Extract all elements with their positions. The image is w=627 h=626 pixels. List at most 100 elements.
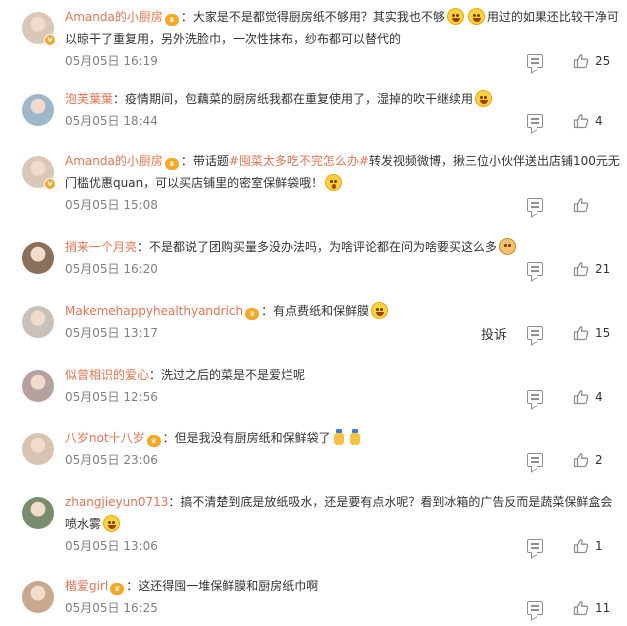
user-avatar[interactable]	[22, 94, 54, 126]
comment-timestamp: 05月05日 16:19	[65, 54, 158, 68]
reply-icon[interactable]	[527, 114, 543, 128]
like-button[interactable]	[573, 197, 613, 213]
comment-actions: 4	[527, 112, 613, 130]
comment-timestamp: 05月05日 15:08	[65, 198, 158, 212]
comment-timestamp: 05月05日 13:17	[65, 326, 158, 340]
comment-text: zhangjieyun0713：搞不清楚到底是放纸吸水，还是要有点水呢？看到冰箱…	[65, 491, 620, 535]
comment-text: 泡芙葉葉：疫情期间，包藕菜的厨房纸我都在重复使用了，湿掉的吹干继续用	[65, 88, 620, 110]
member-badge-icon: ♛	[146, 435, 161, 447]
reply-icon[interactable]	[527, 453, 543, 467]
shock-emoji-icon	[325, 174, 343, 191]
thumbs-up-icon	[573, 326, 589, 341]
member-badge-icon: ♛	[245, 308, 260, 320]
username-link[interactable]: 似曾相识的爱心	[65, 368, 149, 382]
thumbs-up-icon	[573, 453, 589, 468]
username-link[interactable]: 泡芙葉葉	[65, 92, 113, 106]
reply-icon[interactable]	[527, 390, 543, 404]
comment-body-text: ：大家是不是都觉得厨房纸不够用？其实我也不够	[180, 10, 445, 24]
topic-link[interactable]: #囤菜太多吃不完怎么办#	[229, 154, 369, 168]
comment-body-text: ：不是都说了团购买量多没办法吗，为啥评论都在问为啥要买这么多	[137, 240, 498, 254]
thumbs-up-icon	[573, 198, 589, 213]
user-avatar[interactable]	[22, 306, 54, 338]
comment-body-text: ：这还得囤一堆保鲜膜和厨房纸巾啊	[126, 579, 319, 593]
comment-body-text: ：带话题	[180, 154, 229, 168]
comment-actions: 2	[527, 451, 613, 469]
comment-text: 楷爱girl ♛ ：这还得囤一堆保鲜膜和厨房纸巾啊	[65, 575, 620, 597]
thumbs-up-icon	[573, 54, 589, 69]
comment-timestamp: 05月05日 16:25	[65, 601, 158, 615]
username-link[interactable]: Amanda的小厨房	[65, 10, 163, 24]
report-button[interactable]: 投诉	[481, 324, 507, 343]
user-avatar[interactable]	[22, 242, 54, 274]
like-button[interactable]: 15	[573, 325, 613, 341]
like-button[interactable]: 1	[573, 538, 613, 554]
member-badge-icon: ♛	[164, 14, 179, 26]
like-count: 11	[595, 601, 611, 615]
comment-actions: 25	[527, 52, 613, 70]
user-avatar[interactable]	[22, 581, 54, 613]
verified-badge-icon: v	[44, 34, 56, 46]
reply-icon[interactable]	[527, 539, 543, 553]
comment-text: 捎来一个月亮：不是都说了团购买量多没办法吗，为啥评论都在问为啥要买这么多	[65, 236, 620, 258]
thumbs-up-icon	[573, 601, 589, 616]
like-button[interactable]: 2	[573, 452, 613, 468]
laugh-emoji-icon	[103, 515, 121, 532]
bottle-emoji-icon	[333, 429, 345, 446]
comment-timestamp: 05月05日 23:06	[65, 453, 158, 467]
like-button[interactable]: 11	[573, 600, 613, 616]
like-button[interactable]: 25	[573, 53, 613, 69]
username-link[interactable]: Makemehappyhealthyandrich	[65, 304, 243, 318]
laugh-emoji-icon	[371, 302, 389, 319]
comment-text: Amanda的小厨房 ♛ ：带话题#囤菜太多吃不完怎么办#转发视频微博，揪三位小伙伴…	[65, 150, 620, 194]
like-count: 21	[595, 262, 611, 276]
comment-timestamp: 05月05日 13:06	[65, 539, 158, 553]
comment-actions: 21	[527, 260, 613, 278]
reply-icon[interactable]	[527, 326, 543, 340]
like-count: 4	[595, 390, 603, 404]
verified-badge-icon: v	[44, 178, 56, 190]
comment-text: Amanda的小厨房 ♛ ：大家是不是都觉得厨房纸不够用？其实我也不够 用过的如果还比…	[65, 6, 620, 50]
comment-actions: 11	[527, 599, 613, 617]
comment-body-text: ：有点费纸和保鲜膜	[261, 304, 370, 318]
laugh-emoji-icon	[467, 8, 485, 25]
comment-actions: 1	[527, 537, 613, 555]
comment-actions: 投诉 15	[481, 324, 613, 343]
comment-body-text: ：疫情期间，包藕菜的厨房纸我都在重复使用了，湿掉的吹干继续用	[113, 92, 474, 106]
like-count: 15	[595, 326, 611, 340]
username-link[interactable]: Amanda的小厨房	[65, 154, 163, 168]
user-avatar[interactable]	[22, 497, 54, 529]
comment-timestamp: 05月05日 12:56	[65, 390, 158, 404]
comment-text: Makemehappyhealthyandrich ♛ ：有点费纸和保鲜膜	[65, 300, 620, 322]
like-button[interactable]: 4	[573, 389, 613, 405]
user-avatar[interactable]	[22, 370, 54, 402]
thumbs-up-icon	[573, 262, 589, 277]
comment-text: 八岁not十八岁 ♛ ：但是我没有厨房纸和保鲜袋了	[65, 427, 620, 449]
reply-icon[interactable]	[527, 601, 543, 615]
reply-icon[interactable]	[527, 54, 543, 68]
like-count: 1	[595, 539, 603, 553]
like-count: 4	[595, 114, 603, 128]
like-button[interactable]: 21	[573, 261, 613, 277]
thumbs-up-icon	[573, 114, 589, 129]
like-button[interactable]: 4	[573, 113, 613, 129]
user-avatar[interactable]	[22, 433, 54, 465]
comment-body-text: ：但是我没有厨房纸和保鲜袋了	[162, 431, 331, 445]
username-link[interactable]: zhangjieyun0713	[65, 495, 168, 509]
comment-body-text: ：洗过之后的菜是不是爱烂呢	[149, 368, 306, 382]
member-badge-icon: ♛	[110, 583, 125, 595]
reply-icon[interactable]	[527, 262, 543, 276]
dog-emoji-icon	[499, 238, 517, 255]
username-link[interactable]: 楷爱girl	[65, 579, 108, 593]
thumbs-up-icon	[573, 539, 589, 554]
username-link[interactable]: 八岁not十八岁	[65, 431, 145, 445]
member-badge-icon: ♛	[164, 158, 179, 170]
like-count: 25	[595, 54, 611, 68]
reply-icon[interactable]	[527, 198, 543, 212]
like-count: 2	[595, 453, 603, 467]
username-link[interactable]: 捎来一个月亮	[65, 240, 137, 254]
bottle-emoji-icon	[349, 429, 361, 446]
comment-timestamp: 05月05日 16:20	[65, 262, 158, 276]
comment-text: 似曾相识的爱心：洗过之后的菜是不是爱烂呢	[65, 364, 620, 386]
comment-actions	[527, 196, 613, 214]
comment-actions: 4	[527, 388, 613, 406]
